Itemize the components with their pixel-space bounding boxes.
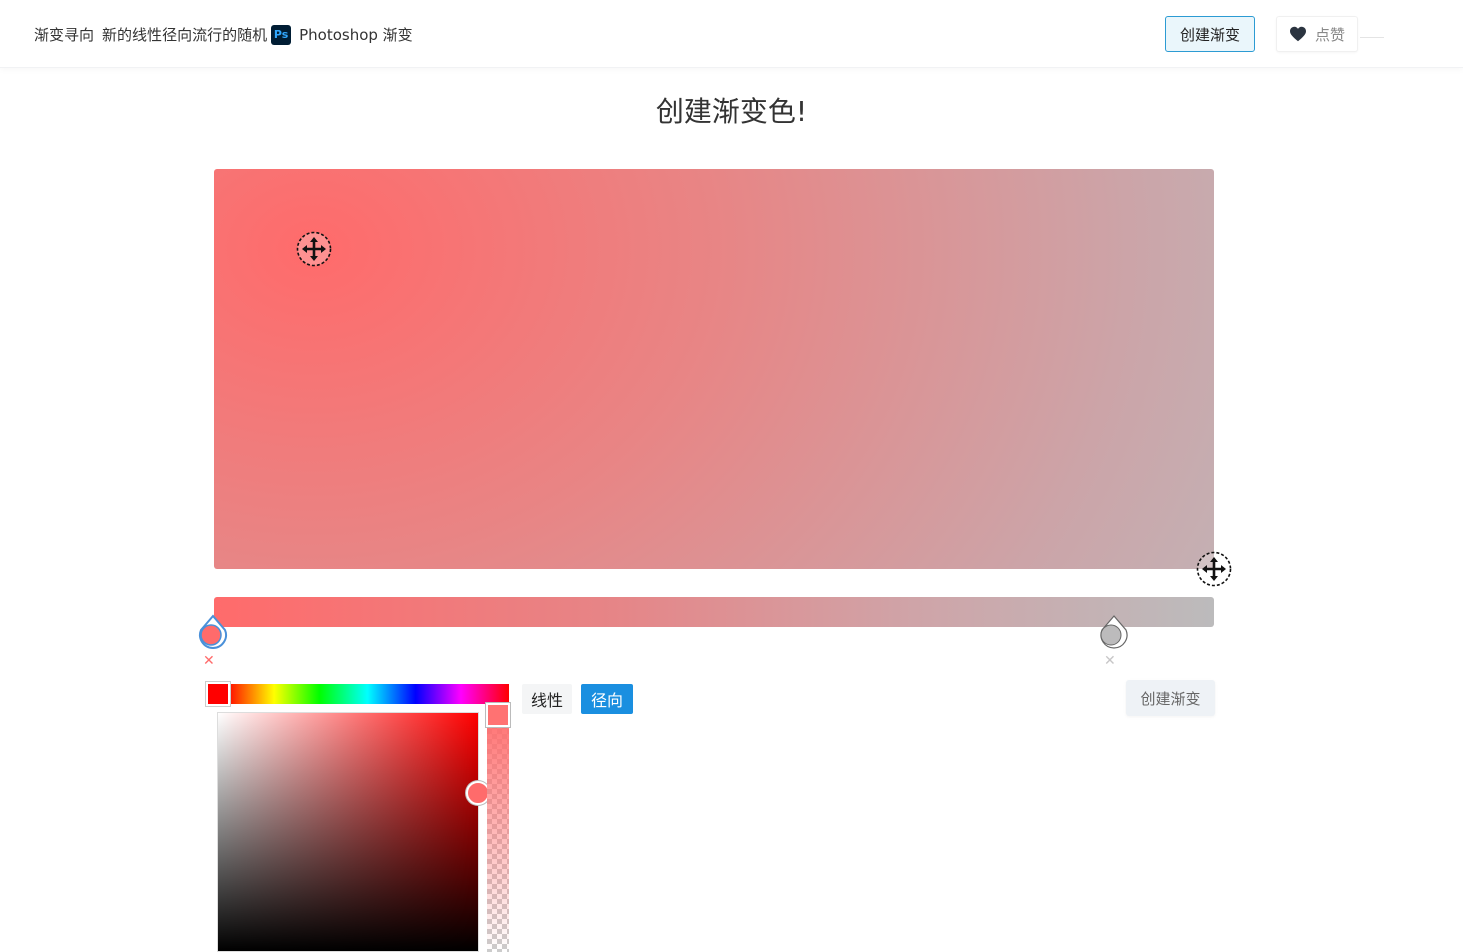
- gradient-end-move-icon[interactable]: [1196, 551, 1232, 587]
- saturation-value-panel[interactable]: [217, 712, 479, 952]
- color-stop-2[interactable]: [1097, 614, 1131, 654]
- nav-item-random[interactable]: 随机: [237, 24, 267, 45]
- nav-item-photoshop[interactable]: Photoshop 渐变: [299, 24, 413, 45]
- alpha-slider-knob[interactable]: [486, 703, 510, 727]
- nav-item-new[interactable]: 新的: [102, 24, 132, 45]
- delete-stop-1-icon[interactable]: ✕: [203, 654, 215, 668]
- like-label: 点赞: [1314, 25, 1345, 44]
- gradient-center-move-icon[interactable]: [296, 231, 332, 267]
- photoshop-icon[interactable]: Ps: [271, 24, 292, 45]
- alpha-slider[interactable]: [487, 704, 509, 952]
- type-radial-button[interactable]: 径向: [581, 684, 633, 714]
- like-count: [1360, 37, 1384, 38]
- nav-item-direction[interactable]: 寻向: [64, 24, 94, 45]
- delete-stop-2-icon[interactable]: ✕: [1104, 654, 1116, 668]
- nav-item-radial[interactable]: 径向: [162, 24, 192, 45]
- heart-icon: [1289, 26, 1306, 42]
- create-gradient-button-top[interactable]: 创建渐变: [1165, 16, 1255, 52]
- gradient-bar[interactable]: [214, 597, 1214, 627]
- hue-slider-knob[interactable]: [206, 682, 230, 706]
- create-gradient-button[interactable]: 创建渐变: [1126, 680, 1215, 716]
- type-linear-button[interactable]: 线性: [522, 684, 572, 714]
- page-title: 创建渐变色!: [655, 95, 808, 128]
- color-stop-1[interactable]: [196, 614, 230, 654]
- main-nav: 渐变 寻向 新的 线性 径向 流行的 随机 Ps Photoshop 渐变: [34, 24, 413, 45]
- nav-item-popular[interactable]: 流行的: [192, 24, 237, 45]
- nav-item-linear[interactable]: 线性: [132, 24, 162, 45]
- hue-slider[interactable]: [226, 684, 509, 704]
- top-bar: 渐变 寻向 新的 线性 径向 流行的 随机 Ps Photoshop 渐变 创建…: [0, 0, 1463, 68]
- like-button[interactable]: 点赞: [1276, 16, 1358, 52]
- nav-item-gradient[interactable]: 渐变: [34, 24, 64, 45]
- gradient-preview[interactable]: [214, 169, 1214, 569]
